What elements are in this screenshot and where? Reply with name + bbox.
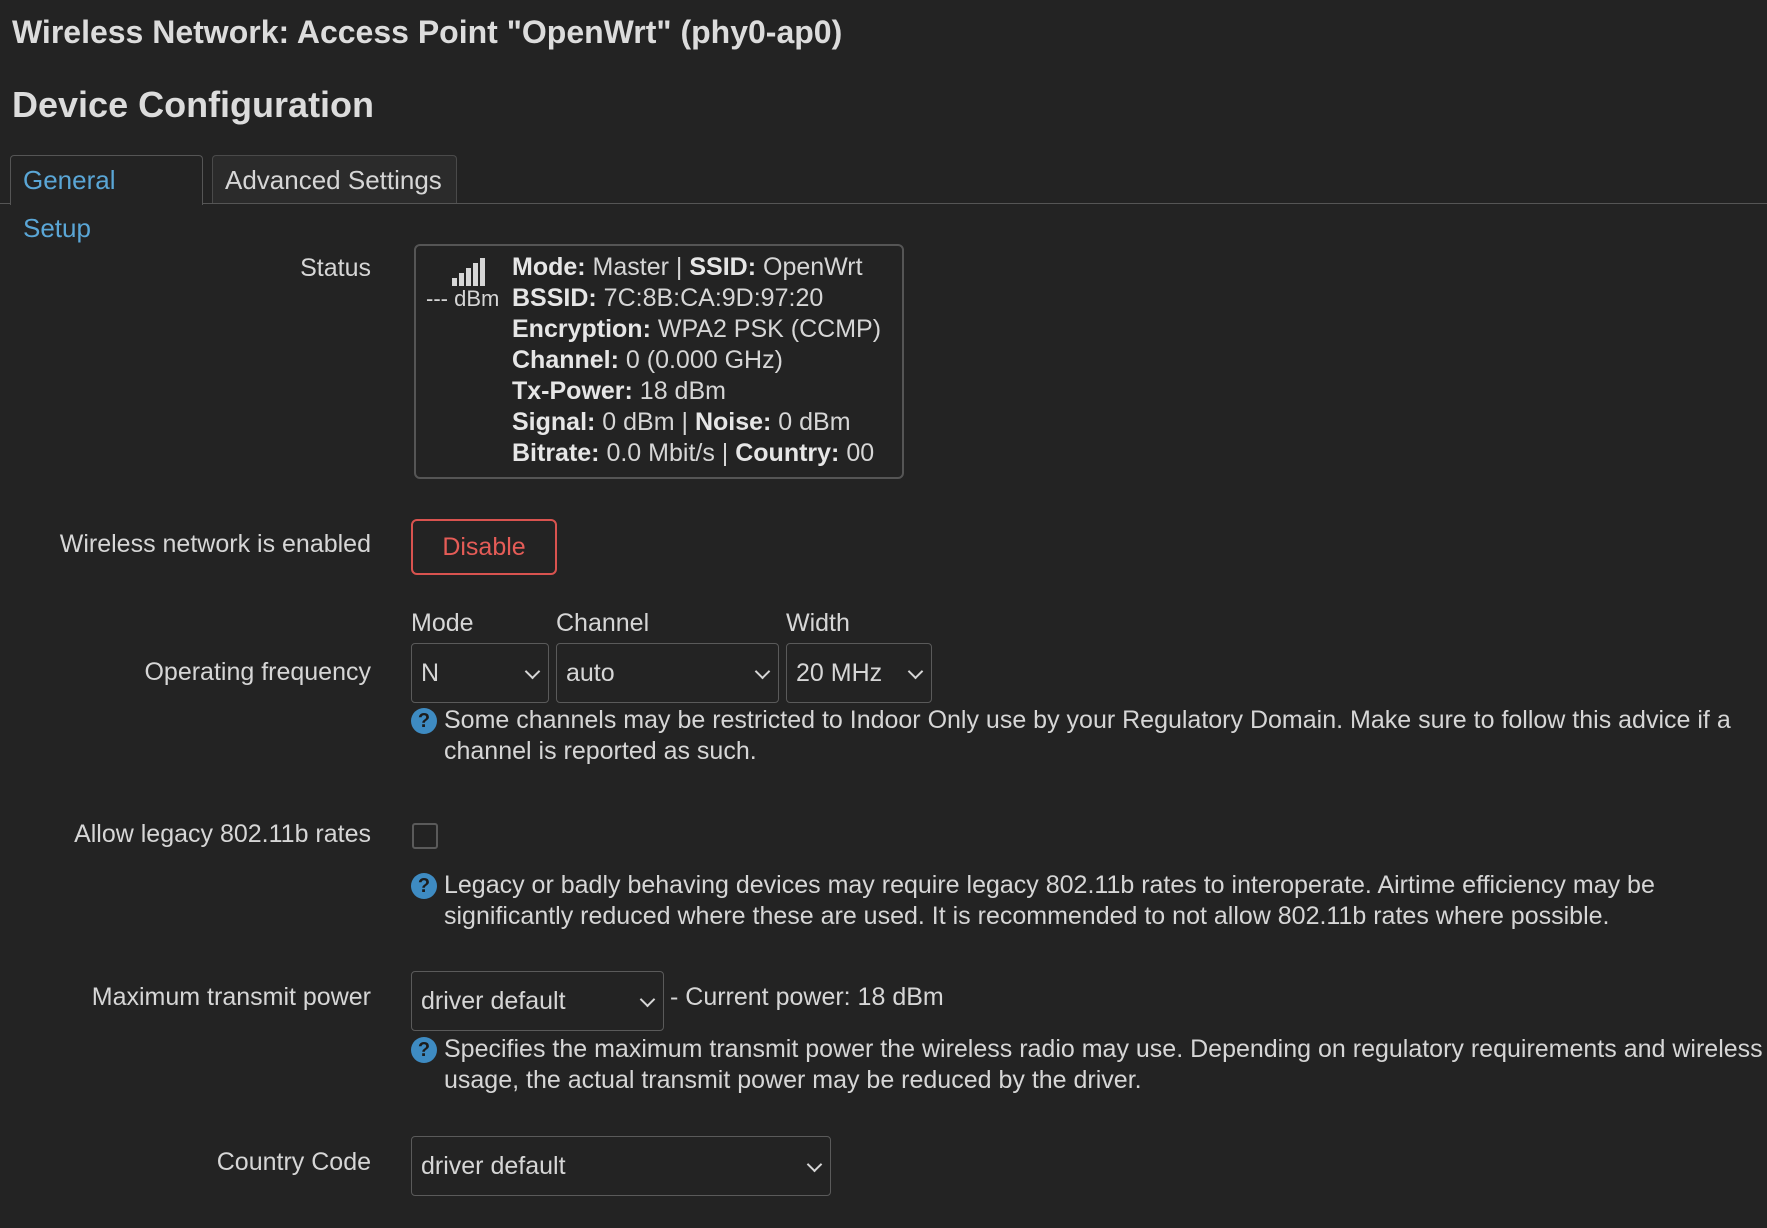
status-row: Bitrate: 0.0 Mbit/s | Country: 00 — [512, 438, 881, 469]
status-key: Bitrate: — [512, 439, 600, 467]
status-value: 0 dBm | — [595, 408, 695, 436]
mode-select[interactable]: N — [411, 643, 549, 703]
current-power-text: - Current power: 18 dBm — [670, 983, 944, 1011]
chevron-down-icon — [907, 663, 924, 680]
status-value: WPA2 PSK (CCMP) — [650, 315, 882, 343]
channel-select[interactable]: auto — [556, 643, 779, 703]
chevron-down-icon — [524, 663, 541, 680]
status-key: Channel: — [512, 346, 619, 374]
status-row: BSSID: 7C:8B:CA:9D:97:20 — [512, 283, 881, 314]
width-select[interactable]: 20 MHz — [786, 643, 932, 703]
legacy-rates-label: Allow legacy 802.11b rates — [74, 820, 371, 848]
status-key: BSSID: — [512, 284, 597, 312]
page-title: Wireless Network: Access Point "OpenWrt"… — [12, 14, 843, 50]
chevron-down-icon — [754, 663, 771, 680]
status-box: --- dBm Mode: Master | SSID: OpenWrt BSSI… — [414, 244, 904, 479]
status-key: Noise: — [694, 408, 772, 436]
status-details: Mode: Master | SSID: OpenWrt BSSID: 7C:8B… — [512, 252, 881, 469]
help-icon: ? — [411, 708, 437, 734]
status-label: Status — [300, 254, 371, 282]
width-select-value: 20 MHz — [796, 659, 883, 687]
signal-dbm: --- dBm — [426, 286, 500, 311]
operating-frequency-label: Operating frequency — [144, 658, 371, 686]
legacy-help: ? Legacy or badly behaving devices may r… — [411, 870, 1751, 934]
disable-button[interactable]: Disable — [411, 519, 557, 575]
help-icon: ? — [411, 873, 437, 899]
tab-advanced-settings[interactable]: Advanced Settings — [212, 155, 457, 203]
status-key: SSID: — [689, 253, 757, 281]
max-transmit-power-label: Maximum transmit power — [91, 983, 371, 1011]
txpower-help: ? Specifies the maximum transmit power t… — [411, 1034, 1763, 1098]
txpower-help-text: Specifies the maximum transmit power the… — [444, 1035, 1763, 1094]
transmit-power-value: driver default — [421, 987, 566, 1015]
mode-select-value: N — [421, 659, 440, 687]
channel-label: Channel — [556, 609, 650, 637]
width-label: Width — [786, 609, 850, 637]
legacy-help-text: Legacy or badly behaving devices may req… — [444, 871, 1655, 930]
status-key: Tx-Power: — [512, 377, 633, 405]
country-code-select[interactable]: driver default — [411, 1136, 831, 1196]
frequency-help-text: Some channels may be restricted to Indoo… — [444, 706, 1731, 765]
status-value: 0.0 Mbit/s | — [599, 439, 736, 467]
channel-select-value: auto — [566, 659, 615, 687]
country-code-value: driver default — [421, 1152, 566, 1180]
status-row: Mode: Master | SSID: OpenWrt — [512, 252, 881, 283]
status-value: Master | — [585, 253, 690, 281]
transmit-power-select[interactable]: driver default — [411, 971, 664, 1031]
status-key: Encryption: — [512, 315, 651, 343]
enabled-label: Wireless network is enabled — [59, 530, 371, 558]
status-value: 18 dBm — [632, 377, 726, 405]
legacy-rates-checkbox[interactable] — [412, 823, 438, 849]
status-value: 0 dBm — [771, 408, 851, 436]
status-row: Signal: 0 dBm | Noise: 0 dBm — [512, 407, 881, 438]
help-icon: ? — [411, 1037, 437, 1063]
mode-label: Mode — [411, 609, 474, 637]
status-value: 7C:8B:CA:9D:97:20 — [596, 284, 824, 312]
status-value: 00 — [839, 439, 875, 467]
status-value: 0 (0.000 GHz) — [618, 346, 783, 374]
status-value: OpenWrt — [756, 253, 863, 281]
status-key: Country: — [735, 439, 840, 467]
status-row: Channel: 0 (0.000 GHz) — [512, 345, 881, 376]
tab-general-setup[interactable]: General Setup — [10, 155, 203, 243]
section-title: Device Configuration — [12, 84, 375, 125]
country-code-label: Country Code — [216, 1148, 371, 1176]
status-row: Tx-Power: 18 dBm — [512, 376, 881, 407]
tab-divider — [0, 203, 1767, 204]
frequency-help: ? Some channels may be restricted to Ind… — [411, 705, 1751, 769]
chevron-down-icon — [806, 1156, 823, 1173]
status-key: Signal: — [512, 408, 596, 436]
status-row: Encryption: WPA2 PSK (CCMP) — [512, 314, 881, 345]
chevron-down-icon — [639, 991, 656, 1008]
status-key: Mode: — [512, 253, 586, 281]
